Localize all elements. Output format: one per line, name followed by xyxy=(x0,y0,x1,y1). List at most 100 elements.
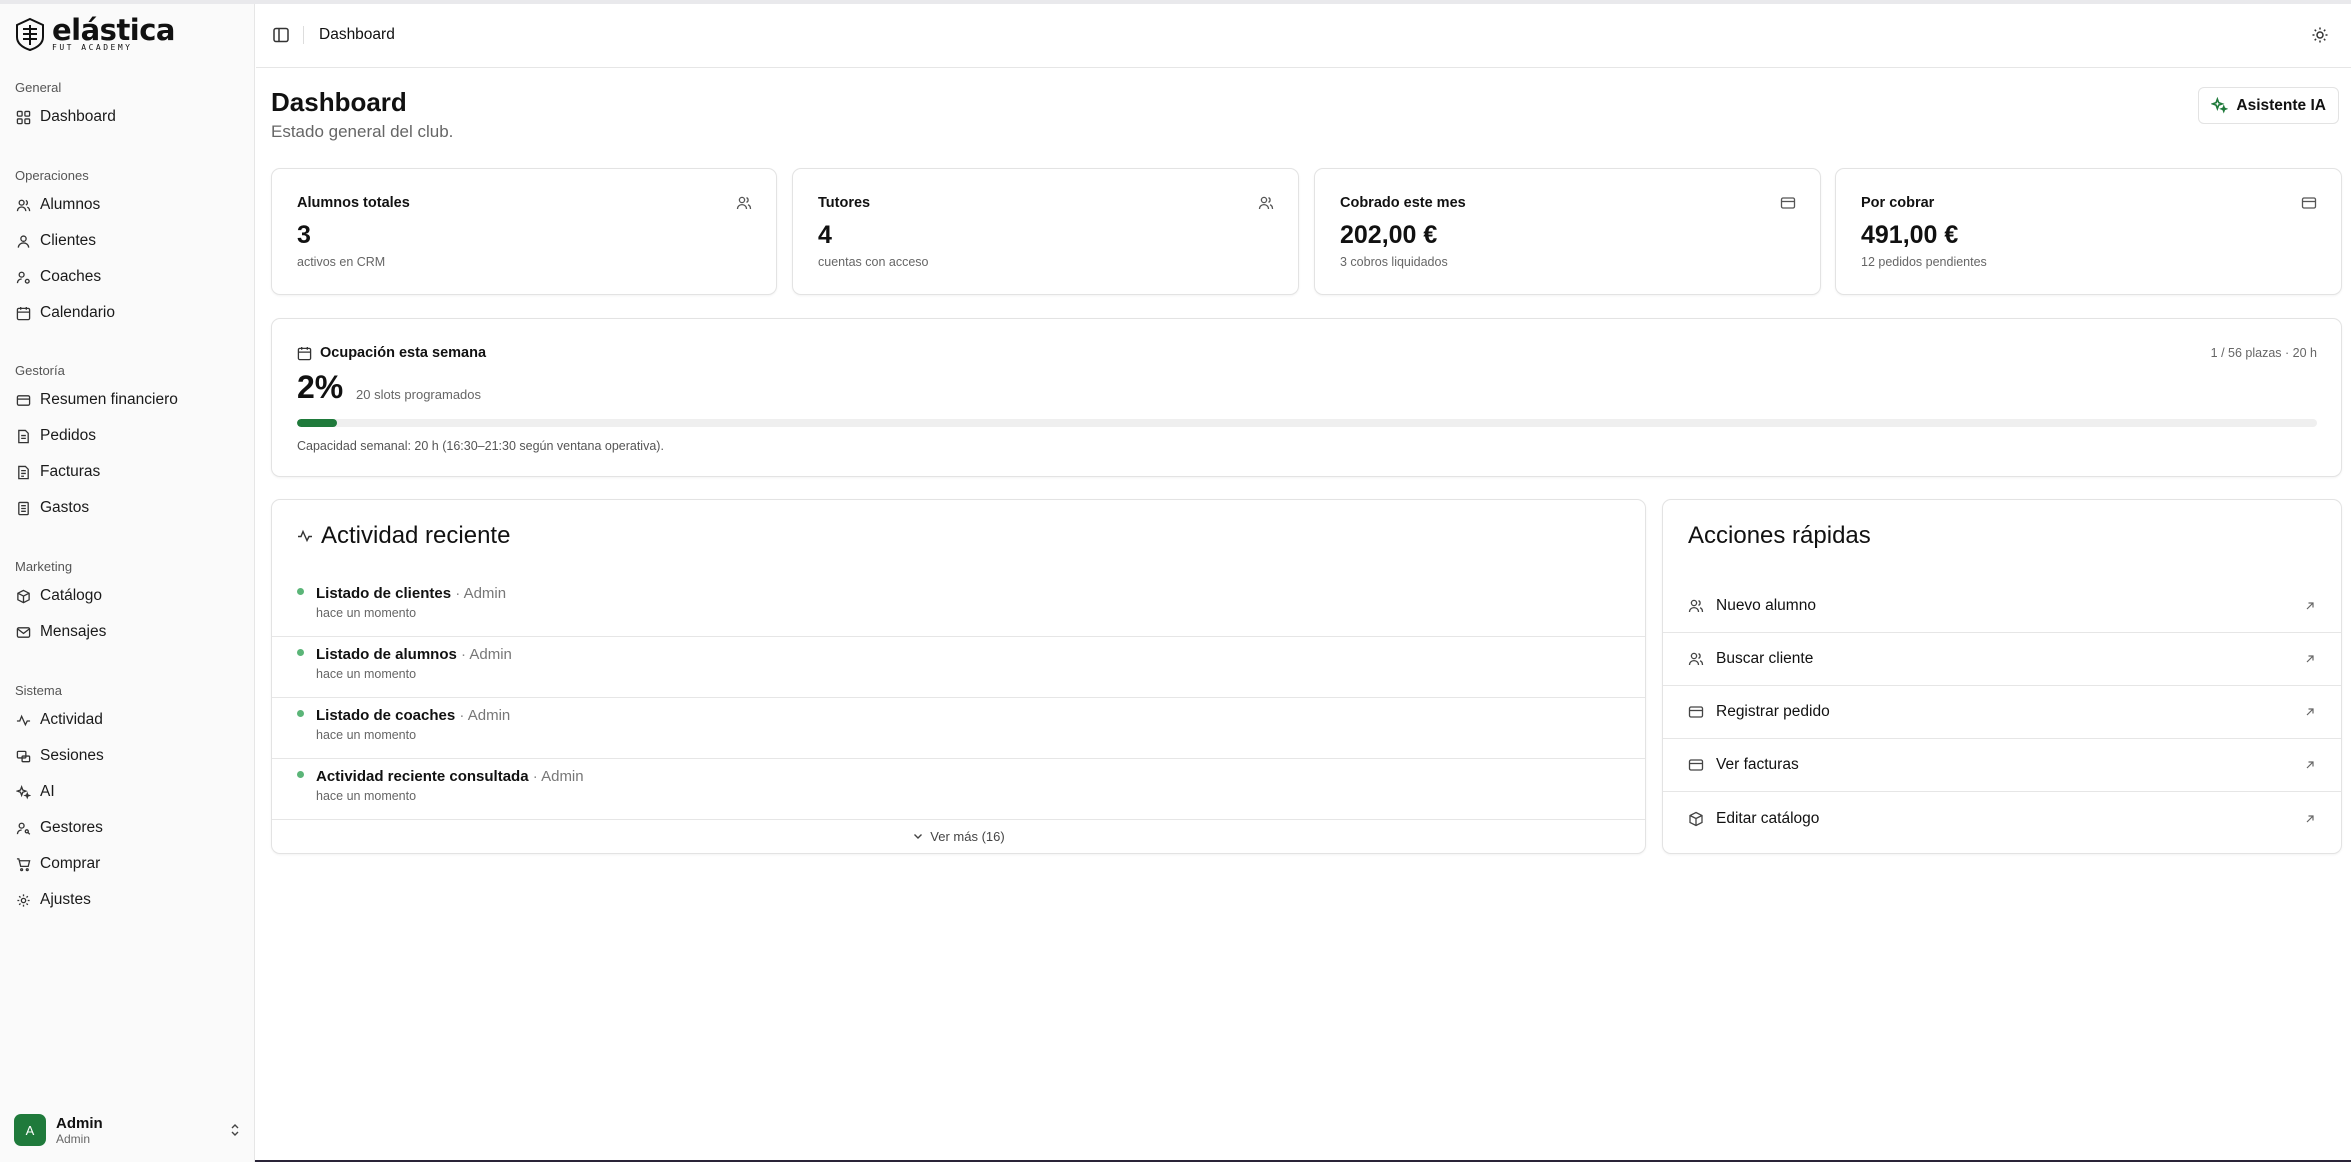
occupancy-summary: 1 / 56 plazas · 20 h xyxy=(2210,346,2317,360)
package-icon xyxy=(1689,811,1703,826)
gear-icon xyxy=(17,893,30,907)
quick-action-editar-catalogo[interactable]: Editar catálogo xyxy=(1663,792,2341,845)
sidebar-item-facturas[interactable]: Facturas xyxy=(0,454,255,490)
package-icon xyxy=(17,589,30,603)
brand-tagline: FUT ACADEMY xyxy=(52,43,133,52)
sparkles-icon xyxy=(16,784,31,799)
nav-group-title: Gestoría xyxy=(15,363,65,378)
arrow-up-right-icon xyxy=(2306,655,2314,663)
sidebar-item-label: Pedidos xyxy=(40,427,97,444)
page-subtitle: Estado general del club. xyxy=(271,122,454,141)
users-icon xyxy=(1688,599,1704,613)
activity-main: Listado de clientes · Admin xyxy=(316,585,506,602)
receipt-icon xyxy=(18,501,29,515)
sidebar-item-calendario[interactable]: Calendario xyxy=(0,295,255,331)
activity-title: Listado de alumnos xyxy=(316,646,457,663)
sidebar-item-label: Coaches xyxy=(40,268,102,285)
sidebar-item-label: Actividad xyxy=(40,711,103,728)
sidebar-item-ai[interactable]: AI xyxy=(0,774,255,810)
sidebar-item-sesiones[interactable]: Sesiones xyxy=(0,738,255,774)
calendar-icon xyxy=(297,346,312,360)
sidebar-item-clientes[interactable]: Clientes xyxy=(0,223,255,259)
sidebar-item-label: Catálogo xyxy=(40,587,103,604)
stat-card-por-cobrar: Por cobrar 491,00 € 12 pedidos pendiente… xyxy=(1835,168,2342,295)
user-menu[interactable]: A Admin Admin xyxy=(14,1110,242,1150)
sidebar-item-actividad[interactable]: Actividad xyxy=(0,702,255,738)
activity-user: Admin xyxy=(467,707,511,724)
occupancy-title-label: Ocupación esta semana xyxy=(320,345,487,361)
ai-button-label: Asistente IA xyxy=(2236,96,2326,114)
activity-list: Listado de clientes · Admin hace un mome… xyxy=(272,576,1645,820)
stat-label: Cobrado este mes xyxy=(1340,195,1466,211)
quick-action-ver-facturas[interactable]: Ver facturas xyxy=(1663,739,2341,792)
occupancy-percent: 2% xyxy=(297,369,344,405)
see-more-button[interactable]: Ver más (16) xyxy=(272,821,1645,851)
sidebar-item-label: Calendario xyxy=(40,304,115,321)
stat-card-cobrado: Cobrado este mes 202,00 € 3 cobros liqui… xyxy=(1314,168,1821,295)
card-icon xyxy=(1688,759,1704,771)
user-info: Admin Admin xyxy=(56,1115,103,1146)
activity-user: Admin xyxy=(469,646,512,663)
stat-hint: 3 cobros liquidados xyxy=(1340,255,1448,269)
sidebar-item-dashboard[interactable]: Dashboard xyxy=(0,99,255,135)
sidebar-item-catalogo[interactable]: Catálogo xyxy=(0,578,255,614)
sidebar-item-alumnos[interactable]: Alumnos xyxy=(0,187,255,223)
sidebar-item-gastos[interactable]: Gastos xyxy=(0,490,255,526)
stat-value: 3 xyxy=(297,221,311,249)
brand-logo[interactable]: elástica FUT ACADEMY xyxy=(14,13,176,52)
sidebar-item-label: Alumnos xyxy=(40,196,101,213)
quick-actions-title-label: Acciones rápidas xyxy=(1688,522,1871,549)
nav-group-title: General xyxy=(15,80,62,95)
sparkles-icon xyxy=(2211,97,2229,114)
list-item[interactable]: Listado de clientes · Admin hace un mome… xyxy=(272,576,1645,637)
stat-label: Por cobrar xyxy=(1861,195,1935,211)
card-icon xyxy=(16,394,31,406)
ai-assistant-button[interactable]: Asistente IA xyxy=(2198,87,2339,124)
occupancy-progress-fill xyxy=(297,419,338,427)
list-item[interactable]: Listado de alumnos · Admin hace un momen… xyxy=(272,637,1645,698)
invoice-icon xyxy=(18,465,29,479)
quick-action-nuevo-alumno[interactable]: Nuevo alumno xyxy=(1663,580,2341,633)
sidebar-item-resumen-financiero[interactable]: Resumen financiero xyxy=(0,382,255,418)
sidebar-item-mensajes[interactable]: Mensajes xyxy=(0,614,255,650)
brand-text: elástica FUT ACADEMY xyxy=(52,13,176,52)
activity-title: Listado de coaches xyxy=(316,707,456,724)
sun-icon[interactable] xyxy=(2311,26,2329,44)
topbar: Dashboard xyxy=(256,4,2351,68)
users-icon xyxy=(1258,196,1274,210)
quick-action-buscar-cliente[interactable]: Buscar cliente xyxy=(1663,633,2341,686)
activity-user: Admin xyxy=(541,768,584,785)
sidebar-item-label: Gestores xyxy=(40,819,103,836)
stat-hint: cuentas con acceso xyxy=(818,255,929,269)
occupancy-capacity-note: Capacidad semanal: 20 h (16:30–21:30 seg… xyxy=(297,439,664,453)
activity-title: Actividad reciente consultada xyxy=(316,768,529,785)
sidebar-item-ajustes[interactable]: Ajustes xyxy=(0,882,255,918)
nav-group-title: Sistema xyxy=(15,683,62,698)
sidebar-item-gestores[interactable]: Gestores xyxy=(0,810,255,846)
sidebar-item-pedidos[interactable]: Pedidos xyxy=(0,418,255,454)
sidebar-item-label: Ajustes xyxy=(40,891,91,908)
brand-name: elástica xyxy=(52,13,176,47)
sidebar-item-label: Sesiones xyxy=(40,747,104,764)
activity-time: hace un momento xyxy=(316,728,417,742)
activity-main: Listado de coaches · Admin xyxy=(316,707,510,724)
quick-action-label: Nuevo alumno xyxy=(1716,597,1816,614)
quick-action-registrar-pedido[interactable]: Registrar pedido xyxy=(1663,686,2341,739)
nav-group-operaciones: Operaciones Alumnos Clientes Coaches Cal… xyxy=(0,165,255,331)
sidebar-item-label: Gastos xyxy=(40,499,90,516)
recent-activity-card: Actividad reciente Listado de clientes ·… xyxy=(271,499,1646,854)
activity-time: hace un momento xyxy=(316,667,417,681)
divider xyxy=(303,26,304,44)
stat-value: 491,00 € xyxy=(1861,221,1959,249)
user-name: Admin xyxy=(56,1114,103,1132)
sidebar-item-comprar[interactable]: Comprar xyxy=(0,846,255,882)
activity-user: Admin xyxy=(463,585,507,602)
arrow-up-right-icon xyxy=(2306,761,2314,769)
list-item[interactable]: Actividad reciente consultada · Admin ha… xyxy=(272,759,1645,820)
grid-icon xyxy=(16,110,31,124)
list-item[interactable]: Listado de coaches · Admin hace un momen… xyxy=(272,698,1645,759)
user-icon xyxy=(17,234,30,248)
sidebar-toggle-icon[interactable] xyxy=(272,26,290,44)
chevron-down-icon xyxy=(914,834,923,839)
sidebar-item-coaches[interactable]: Coaches xyxy=(0,259,255,295)
